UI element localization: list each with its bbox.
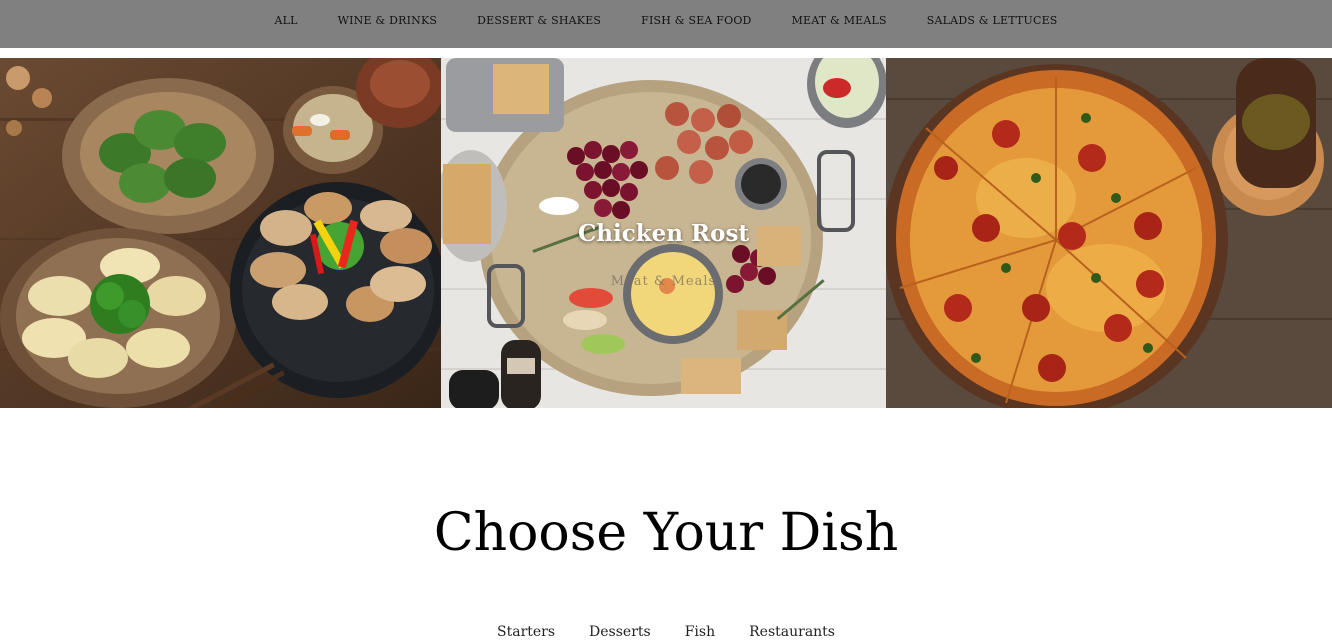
- nav-item-dessert-shakes[interactable]: DESSERT & SHAKES: [477, 14, 601, 27]
- nav-item-wine-drinks[interactable]: WINE & DRINKS: [338, 14, 438, 27]
- gallery-tile-dumplings[interactable]: [0, 58, 441, 408]
- nav-item-fish-sea-food[interactable]: FISH & SEA FOOD: [641, 14, 751, 27]
- tab-desserts[interactable]: Desserts: [589, 624, 651, 640]
- nav-item-meat-meals[interactable]: MEAT & MEALS: [792, 14, 887, 27]
- pizza-photo: [886, 58, 1332, 408]
- section-heading: Choose Your Dish: [433, 503, 899, 563]
- featured-dish-category: Meat & Meals: [610, 274, 717, 289]
- nav-item-all[interactable]: ALL: [274, 14, 297, 27]
- gallery-tile-charcuterie[interactable]: Chicken Rost Meat & Meals: [441, 58, 886, 408]
- tab-restaurants[interactable]: Restaurants: [749, 624, 835, 640]
- dumplings-photo: [0, 58, 441, 408]
- tab-starters[interactable]: Starters: [497, 624, 555, 640]
- top-navigation-bar: ALL WINE & DRINKS DESSERT & SHAKES FISH …: [0, 0, 1332, 48]
- dish-category-tabs: Starters Desserts Fish Restaurants: [0, 624, 1332, 640]
- gallery-tile-pizza[interactable]: [886, 58, 1332, 408]
- food-gallery: Chicken Rost Meat & Meals: [0, 58, 1332, 408]
- category-filter-menu: ALL WINE & DRINKS DESSERT & SHAKES FISH …: [0, 14, 1332, 27]
- featured-dish-title[interactable]: Chicken Rost: [441, 220, 886, 247]
- nav-item-salads-lettuces[interactable]: SALADS & LETTUCES: [927, 14, 1058, 27]
- tab-fish[interactable]: Fish: [685, 624, 715, 640]
